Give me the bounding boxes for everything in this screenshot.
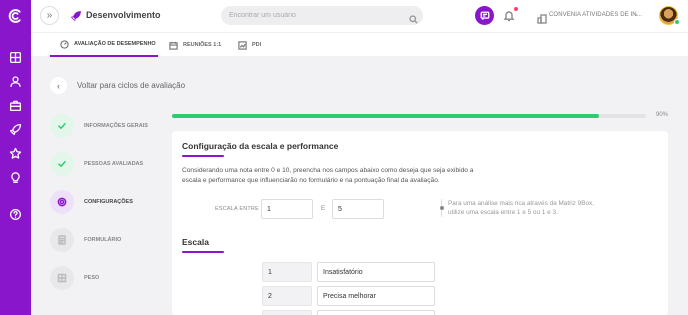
top-bar: » Desenvolvimento CONVENIA ATIVIDADES DE… [31,0,688,32]
chat-icon [480,11,489,20]
rocket-icon[interactable] [7,121,24,138]
check-icon [58,123,66,129]
scale-min-input[interactable]: 1 [261,199,313,219]
configuration-card: Configuração da escala e performance Con… [172,131,668,315]
progress-bar [172,114,646,118]
step-informacoes-gerais[interactable] [50,114,74,138]
company-selector-label[interactable]: CONVENIA ATIVIDADES DE IN... [549,12,642,18]
dashboard-icon[interactable] [7,49,24,66]
section-title: Configuração da escala e performance [182,141,339,151]
step-peso[interactable] [50,266,74,290]
gauge-icon [60,39,69,49]
briefcase-icon[interactable] [7,97,24,114]
back-link[interactable]: Voltar para ciclos de avaliação [77,81,185,90]
step-label: PESO [84,275,100,281]
9box-tip: Para uma análise mais rica através da Ma… [448,200,594,216]
double-chevron-right-icon: » [46,10,53,21]
document-icon [58,235,66,245]
step-label: CONFIGURAÇÕES [84,199,133,205]
sidebar-rail [0,0,31,315]
chat-button[interactable] [475,6,494,25]
tab-avaliacao-de-desempenho[interactable]: AVALIAÇÃO DE DESEMPENHO [50,33,158,57]
section-title-underline [182,251,224,253]
step-formulario[interactable] [50,228,74,252]
user-icon[interactable] [7,73,24,90]
page-title: Desenvolvimento [86,10,161,20]
scale-max-input[interactable]: 5 [332,199,384,219]
rocket-icon [70,9,82,22]
scale-connector-label: E [321,206,326,212]
chart-icon [238,40,247,50]
scale-section-title: Escala [182,237,209,247]
tab-label: REUNIÕES 1:1 [183,42,222,48]
gear-icon [57,197,67,207]
star-icon[interactable] [7,145,24,162]
notification-bell-icon[interactable] [503,9,515,22]
step-label: PESSOAS AVALIADAS [84,161,144,167]
tab-label: PDI [252,42,262,48]
scale-range-label: ESCALA ENTRE [215,206,259,212]
step-configuracoes[interactable] [50,190,74,214]
step-label: INFORMAÇÕES GERAIS [84,123,148,129]
progress-value: 90% [656,112,669,118]
scale-value-field: 2 [262,286,312,306]
chevron-left-icon: ‹ [57,80,60,91]
section-description: Considerando uma nota entre 0 e 10, pree… [182,167,474,184]
tab-reunioes[interactable]: REUNIÕES 1:1 [169,33,221,57]
check-icon [58,161,66,167]
module-tabs: AVALIAÇÃO DE DESEMPENHO REUNIÕES 1:1 PDI [31,32,688,57]
scale-label-input[interactable]: Insatisfatório [317,262,435,282]
lightbulb-icon[interactable] [7,169,24,186]
building-icon [537,11,547,24]
calendar-icon [169,41,178,50]
tab-pdi[interactable]: PDI [238,33,261,57]
help-icon[interactable] [7,206,24,223]
grid-icon [57,273,67,283]
section-title-underline [182,155,224,157]
scale-label-input[interactable] [317,310,435,315]
step-label: FORMULÁRIO [84,237,122,243]
notification-badge [514,7,518,11]
online-status-indicator [674,19,680,25]
search-input[interactable] [221,6,423,25]
search-icon[interactable] [409,11,418,24]
step-pessoas-avaliadas[interactable] [50,152,74,176]
back-button[interactable]: ‹ [50,77,67,94]
scale-value-field: 1 [262,262,312,282]
expand-sidebar-button[interactable]: » [40,6,59,25]
bullet-icon [440,206,444,210]
scale-label-input[interactable]: Precisa melhorar [317,286,435,306]
logo-icon[interactable] [7,7,24,24]
chevron-down-icon[interactable]: ⌄ [633,10,639,18]
progress-fill [172,114,599,118]
tab-label: AVALIAÇÃO DE DESEMPENHO [74,41,156,47]
scale-value-field [262,310,312,315]
